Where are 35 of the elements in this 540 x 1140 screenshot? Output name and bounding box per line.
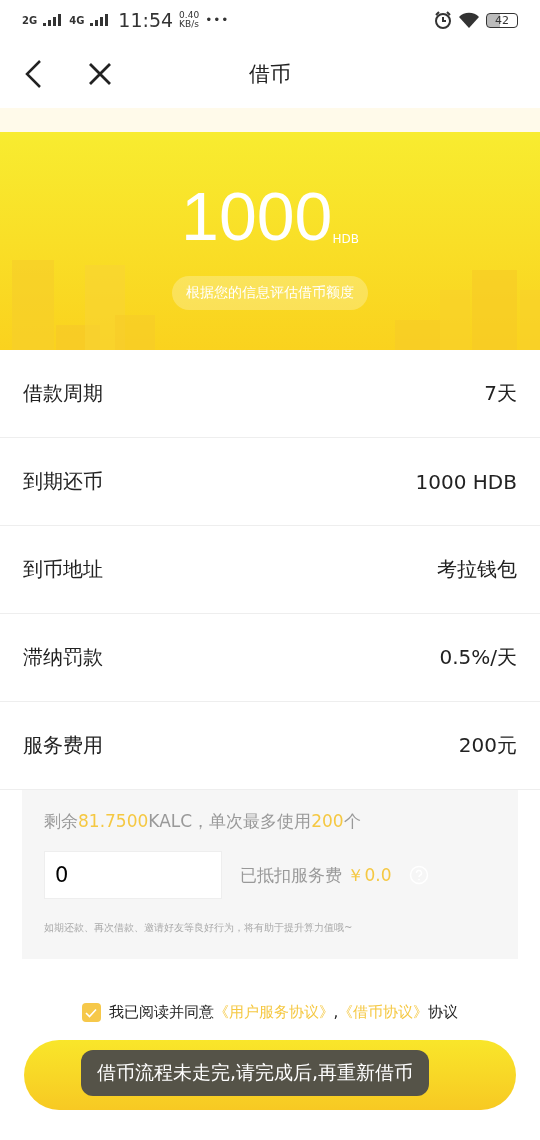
- speed-value: 0.40: [179, 11, 200, 20]
- credit-note: 根据您的信息评估借币额度: [172, 276, 368, 310]
- network-label: 2G: [22, 14, 38, 26]
- agree-checkbox[interactable]: [81, 1003, 101, 1022]
- hint-text: 如期还款、再次借款、邀请好友等良好行为，将有助于提升算力值哦~: [44, 921, 354, 935]
- wifi-icon: [458, 12, 480, 28]
- agreement-link[interactable]: 《借币协议》: [338, 1003, 429, 1021]
- amount-input[interactable]: 0: [44, 851, 222, 899]
- row-label: 到币地址: [23, 556, 103, 583]
- battery-indicator: 42: [486, 12, 518, 28]
- row-label: 服务费用: [23, 732, 103, 759]
- network-label: 4G: [69, 14, 85, 26]
- toast-message: 借币流程未走完,请完成后,再重新借币: [81, 1050, 430, 1096]
- row-value: 0.5%/天: [439, 644, 517, 671]
- row-value: 7天: [484, 380, 517, 407]
- row-label: 滞纳罚款: [23, 644, 103, 671]
- deducted-fee-text: 已抵扣服务费 ￥0.0: [240, 863, 392, 887]
- row-label: 到期还币: [23, 468, 103, 495]
- signal-icon: [43, 14, 64, 26]
- agreement-link[interactable]: 《用户服务协议》: [213, 1003, 334, 1021]
- row-label: 借款周期: [23, 380, 103, 407]
- row-value: 1000 HDB: [415, 469, 517, 494]
- amount-unit: HDB: [332, 232, 359, 246]
- page-title: 借币: [249, 61, 291, 88]
- amount-value: 1000: [181, 182, 333, 250]
- speed-unit: KB/s: [179, 20, 200, 29]
- row-value: 200元: [458, 732, 517, 759]
- clock-time: 11:54: [118, 9, 174, 31]
- row-value: 考拉钱包: [437, 556, 517, 583]
- check-icon: [85, 1007, 98, 1018]
- more-indicator: •••: [205, 13, 230, 27]
- balance-text: 剩余81.7500KALC，单次最多使用200个: [44, 810, 362, 833]
- alarm-icon: [434, 11, 452, 29]
- signal-icon: [90, 14, 111, 26]
- agreement-text: 我已阅读并同意《用户服务协议》,《借币协议》协议: [108, 1003, 459, 1022]
